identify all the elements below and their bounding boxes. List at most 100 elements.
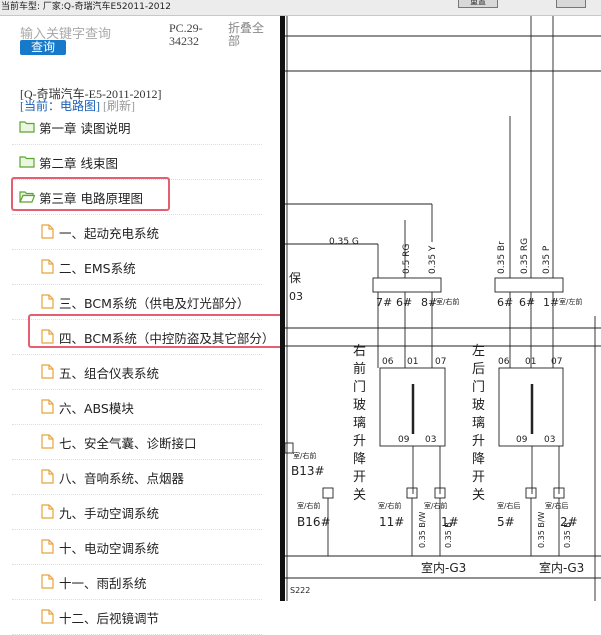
- switch-label-char: 璃: [472, 416, 485, 431]
- switch-label-char: 降: [472, 452, 485, 467]
- pin-label: 8#: [421, 296, 437, 309]
- document-icon: [41, 294, 54, 309]
- ground-label: 室内-G3: [539, 560, 584, 575]
- switch-label-char: 门: [472, 380, 485, 395]
- section-label: 二、EMS系统: [59, 261, 136, 276]
- pin-number: 03: [425, 435, 436, 445]
- reset-button[interactable]: 重置: [458, 0, 498, 8]
- switch-label-char: 后: [472, 362, 485, 377]
- section-label: 一、起动充电系统: [59, 226, 160, 241]
- switch-label-char: 前: [353, 361, 366, 377]
- connector-label: B13#: [291, 464, 325, 478]
- tree-section-11[interactable]: 十一、雨刮系统: [12, 565, 262, 600]
- section-label: 十一、雨刮系统: [59, 576, 147, 591]
- document-icon: [41, 399, 54, 414]
- wire-label: 0.35 Y: [428, 245, 438, 274]
- section-label: 八、音响系统、点烟器: [59, 471, 185, 486]
- chapter-label: 第一章 读图说明: [39, 121, 131, 136]
- chapter-3-highlight: [11, 177, 170, 211]
- current-car-label: 当前车型: 厂家:Q-奇瑞汽车E52011-2012: [1, 2, 171, 12]
- section-label: 六、ABS模块: [59, 401, 134, 416]
- switch-label-char: 开: [353, 470, 366, 485]
- section-4-highlight: [28, 314, 288, 348]
- tree-section-9[interactable]: 九、手动空调系统: [12, 495, 262, 530]
- folder-icon: [19, 156, 35, 168]
- fuse-number: 03: [289, 290, 303, 303]
- section-label: 五、组合仪表系统: [59, 366, 160, 381]
- wire-label: 0.35 RG: [520, 238, 530, 274]
- folder-icon: [19, 121, 35, 133]
- ground-label: 室内-G3: [421, 560, 466, 575]
- top-bar: 当前车型: 厂家:Q-奇瑞汽车E52011-2012 重置: [0, 0, 601, 16]
- wire-label: 0.35 B: [444, 522, 453, 548]
- connector-tag: 室/左前: [559, 297, 582, 306]
- fuse-label: 保: [289, 271, 301, 285]
- tree-chapter-2[interactable]: 第二章 线束图: [12, 145, 262, 180]
- wire-label: 0.5 RG: [402, 244, 412, 274]
- tree-chapter-1[interactable]: 第一章 读图说明: [12, 110, 262, 145]
- connector-label: 11#: [379, 515, 404, 529]
- document-icon: [41, 364, 54, 379]
- collapse-all-link[interactable]: 折叠全部: [228, 22, 270, 48]
- pin-label: 7#: [376, 296, 392, 309]
- document-code: PC.29-34232: [169, 21, 203, 48]
- chapter-label: 第二章 线束图: [39, 156, 118, 171]
- switch-label-char: 璃: [353, 416, 366, 431]
- switch-label-char: 左: [472, 344, 485, 359]
- section-label: 十、电动空调系统: [59, 541, 160, 556]
- pin-number: 06: [382, 357, 394, 367]
- tree-section-6[interactable]: 六、ABS模块: [12, 390, 262, 425]
- wire-label: 0.35 B/W: [418, 511, 427, 548]
- section-label: 七、安全气囊、诊断接口: [59, 436, 197, 451]
- connector-tag: 室/右后: [497, 501, 520, 510]
- toolbar-button[interactable]: [556, 0, 586, 8]
- document-icon: [41, 609, 54, 624]
- wire-label: 0.35 P: [542, 245, 552, 274]
- section-label: 三、BCM系统（供电及灯光部分）: [59, 296, 250, 311]
- connector-label: B16#: [297, 515, 331, 529]
- document-icon: [41, 469, 54, 484]
- tree-section-10[interactable]: 十、电动空调系统: [12, 530, 262, 565]
- pin-label: 6#: [519, 296, 535, 309]
- tree-section-1[interactable]: 一、起动充电系统: [12, 215, 262, 250]
- document-icon: [41, 259, 54, 274]
- document-icon: [41, 224, 54, 239]
- document-icon: [41, 574, 54, 589]
- switch-label-char: 升: [472, 434, 485, 449]
- pin-label: 6#: [396, 296, 412, 309]
- tree-section-8[interactable]: 八、音响系统、点烟器: [12, 460, 262, 495]
- tree-section-5[interactable]: 五、组合仪表系统: [12, 355, 262, 390]
- connector-tag: 室/右后: [545, 501, 568, 510]
- connector-tag: 室/右前: [424, 501, 447, 510]
- pin-number: 09: [516, 435, 528, 445]
- circuit-diagram[interactable]: 0.35 G 0.5 RG 0.35 Y 0.35 Br 0.35 RG 0.3…: [285, 16, 601, 601]
- tree-section-12[interactable]: 十二、后视镜调节: [12, 600, 262, 635]
- section-label: 九、手动空调系统: [59, 506, 160, 521]
- wire-label: 0.35 Br: [497, 241, 507, 274]
- pin-number: 01: [525, 357, 536, 367]
- connector-tag: 室/右前: [378, 501, 401, 510]
- splice-label: S222: [290, 586, 310, 595]
- search-button[interactable]: 查询: [20, 40, 66, 55]
- switch-label-char: 关: [472, 488, 485, 503]
- wire-label: 0.35 B/W: [537, 511, 546, 548]
- pin-number: 09: [398, 435, 410, 445]
- section-label: 十二、后视镜调节: [59, 611, 160, 626]
- document-icon: [41, 539, 54, 554]
- switch-label-char: 右: [353, 344, 366, 359]
- wire-label: 0.35 B: [563, 522, 572, 548]
- connector-tag: 室/右前: [297, 501, 320, 510]
- switch-label-char: 玻: [353, 398, 366, 413]
- pin-label: 1#: [543, 296, 559, 309]
- switch-label-char: 降: [353, 452, 366, 467]
- pin-number: 07: [435, 357, 446, 367]
- pin-number: 06: [498, 357, 510, 367]
- pin-number: 07: [551, 357, 562, 367]
- tree-section-7[interactable]: 七、安全气囊、诊断接口: [12, 425, 262, 460]
- switch-label-char: 关: [353, 488, 366, 503]
- switch-label-char: 升: [353, 434, 366, 449]
- switch-label-char: 门: [353, 380, 366, 395]
- connector-label: 5#: [497, 515, 515, 529]
- switch-label-char: 玻: [472, 398, 485, 413]
- tree-section-2[interactable]: 二、EMS系统: [12, 250, 262, 285]
